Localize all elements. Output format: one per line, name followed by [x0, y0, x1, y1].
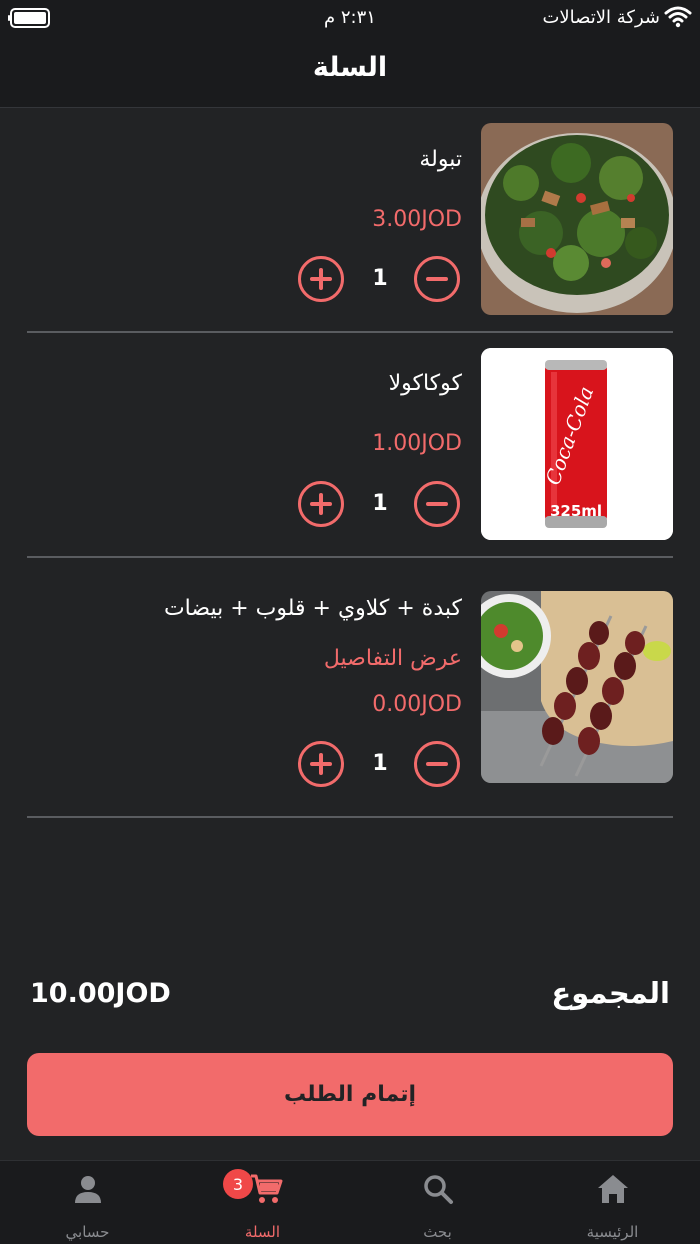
salad-bowl-image — [481, 123, 673, 315]
cart-item: Coca-Cola 325ml كوكاكولا 1.00JOD 1 — [27, 347, 673, 558]
grilled-skewers-image — [481, 591, 673, 783]
tab-label: بحث — [423, 1223, 452, 1241]
increase-quantity-button[interactable] — [298, 741, 344, 787]
checkout-button[interactable]: إتمام الطلب — [27, 1053, 673, 1136]
checkout-button-label: إتمام الطلب — [283, 1082, 417, 1107]
cola-can-image: Coca-Cola 325ml — [481, 348, 673, 540]
carrier-name: شركة الاتصالات — [542, 7, 660, 28]
decrease-quantity-button[interactable] — [414, 256, 460, 302]
decrease-quantity-button[interactable] — [414, 741, 460, 787]
quantity-value: 1 — [372, 491, 388, 516]
item-price: 1.00JOD — [372, 431, 462, 456]
page-title: السلة — [312, 52, 388, 83]
total-value: 10.00JOD — [30, 978, 171, 1009]
tab-label: الرئيسية — [586, 1223, 639, 1241]
wifi-icon — [664, 6, 692, 32]
cart-item: كبدة + كلاوي + قلوب + بيضات عرض التفاصيل… — [27, 590, 673, 818]
quantity-value: 1 — [372, 266, 388, 291]
header: السلة — [0, 36, 700, 108]
tab-label: السلة — [244, 1223, 281, 1241]
status-bar: ٢:٣١ م شركة الاتصالات — [0, 0, 700, 36]
cart-item: تبولة 3.00JOD 1 — [27, 123, 673, 333]
home-icon — [525, 1173, 700, 1205]
item-price: 3.00JOD — [372, 207, 462, 232]
can-volume: 325ml — [550, 502, 602, 520]
quantity-value: 1 — [372, 751, 388, 776]
user-icon — [0, 1173, 175, 1205]
tab-home[interactable]: الرئيسية — [525, 1161, 700, 1244]
item-name: كبدة + كلاوي + قلوب + بيضات — [163, 596, 462, 621]
decrease-quantity-button[interactable] — [414, 481, 460, 527]
tab-account[interactable]: حسابي — [0, 1161, 175, 1244]
item-name: كوكاكولا — [388, 371, 462, 396]
increase-quantity-button[interactable] — [298, 256, 344, 302]
tab-bar: حسابي 3 السلة بحث الرئيسية — [0, 1160, 700, 1244]
increase-quantity-button[interactable] — [298, 481, 344, 527]
tab-search[interactable]: بحث — [350, 1161, 525, 1244]
cart-icon — [175, 1173, 350, 1205]
view-details-link[interactable]: عرض التفاصيل — [324, 646, 462, 671]
tab-cart[interactable]: 3 السلة — [175, 1161, 350, 1244]
cart-count-badge: 3 — [223, 1169, 253, 1199]
search-icon — [350, 1173, 525, 1205]
total-label: المجموع — [551, 976, 670, 1010]
item-name: تبولة — [419, 147, 462, 172]
tab-label: حسابي — [65, 1223, 110, 1241]
item-price: 0.00JOD — [372, 692, 462, 717]
